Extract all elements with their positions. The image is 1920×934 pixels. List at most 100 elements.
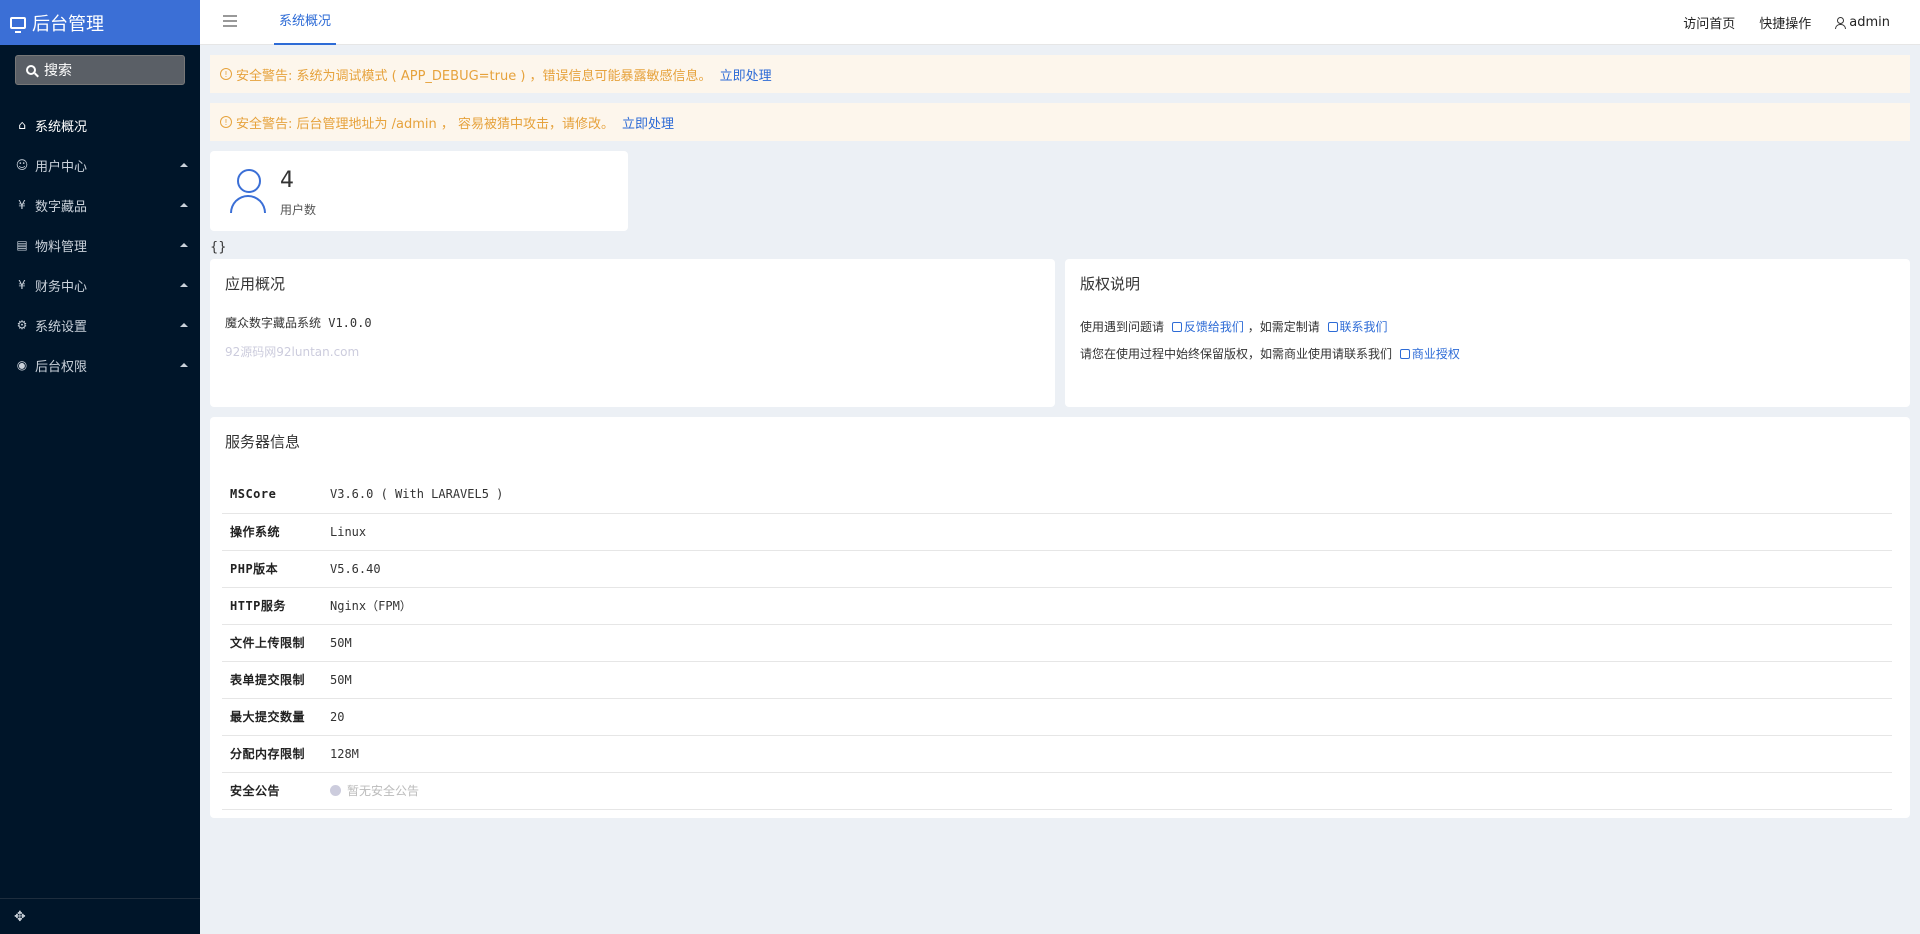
- quick-actions-link[interactable]: 快捷操作: [1759, 13, 1811, 32]
- table-row: PHP版本 V5.6.40: [222, 550, 1892, 587]
- copyright-line-1: 使用遇到问题请 反馈给我们 ，如需定制请 联系我们: [1080, 314, 1895, 341]
- row-key: 操作系统: [230, 525, 281, 539]
- row-value: Nginx（FPM）: [330, 599, 412, 613]
- app-version: 魔众数字藏品系统 V1.0.0: [225, 316, 372, 330]
- check-circle-icon: [330, 785, 341, 796]
- card-title: 应用概况: [225, 275, 286, 293]
- table-row: 安全公告 暂无安全公告: [222, 772, 1892, 809]
- alert-debug: ! 安全警告: 系统为调试模式 ( APP_DEBUG=true ) ，错误信息…: [210, 55, 1910, 93]
- row-value: 50M: [330, 635, 352, 650]
- user-icon: [230, 169, 266, 213]
- menu-toggle-icon[interactable]: [223, 15, 237, 27]
- copyright-card: 版权说明 使用遇到问题请 反馈给我们 ，如需定制请 联系我们 请您在使用过程中始…: [1065, 259, 1910, 407]
- server-info-card: 服务器信息 MSCore V3.6.0 ( With LARAVEL5 ) 操作系…: [210, 417, 1910, 818]
- alert-admin-path: ! 安全警告: 后台管理地址为 /admin ， 容易被猜中攻击，请修改。 立即…: [210, 103, 1910, 141]
- row-key: 安全公告: [230, 784, 281, 798]
- sidebar: 后台管理 搜索 ⌂ 系统概况 ☺ 用户中心 ¥ 数字藏品 ▤ 物料管理 ¥ 财务…: [0, 0, 200, 934]
- sidebar-menu: ⌂ 系统概况 ☺ 用户中心 ¥ 数字藏品 ▤ 物料管理 ¥ 财务中心 ⚙ 系统设…: [0, 105, 200, 385]
- empty-braces-text: {}: [210, 240, 227, 255]
- search-placeholder: 搜索: [44, 63, 72, 79]
- user-name: admin: [1849, 15, 1890, 30]
- row-key: HTTP服务: [230, 599, 286, 613]
- sidebar-item-materials[interactable]: ▤ 物料管理: [0, 225, 200, 265]
- table-row: HTTP服务 Nginx（FPM）: [222, 587, 1892, 624]
- search-icon: [26, 65, 36, 75]
- table-row: 分配内存限制 128M: [222, 735, 1892, 772]
- copyright-line-2: 请您在使用过程中始终保留版权，如需商业使用请联系我们 商业授权: [1080, 341, 1895, 368]
- app-overview-card: 应用概况 魔众数字藏品系统 V1.0.0 92源码网92luntan.com: [210, 259, 1055, 407]
- warning-icon: !: [220, 68, 232, 80]
- contact-link[interactable]: 联系我们: [1324, 320, 1388, 334]
- row-value: V3.6.0 ( With LARAVEL5 ): [330, 487, 504, 502]
- text: 请您在使用过程中始终保留版权，如需商业使用请联系我们: [1080, 347, 1393, 361]
- home-icon: ⌂: [18, 118, 26, 132]
- caret-up-icon: [180, 363, 188, 367]
- security-notice-text: 暂无安全公告: [347, 784, 420, 798]
- row-value: 20: [330, 709, 345, 724]
- sidebar-item-settings[interactable]: ⚙ 系统设置: [0, 305, 200, 345]
- text: ，如需定制请: [1247, 320, 1320, 334]
- sidebar-item-finance[interactable]: ¥ 财务中心: [0, 265, 200, 305]
- row-key: 分配内存限制: [230, 747, 306, 761]
- visit-home-link[interactable]: 访问首页: [1683, 13, 1735, 32]
- row-key: MSCore: [230, 487, 277, 502]
- table-row: 操作系统 Linux: [222, 513, 1892, 550]
- sidebar-item-label: 用户中心: [35, 159, 88, 175]
- row-value: 50M: [330, 672, 352, 687]
- yen-icon: ¥: [18, 198, 26, 212]
- user-count-label: 用户数: [280, 203, 317, 217]
- caret-up-icon: [180, 323, 188, 327]
- sidebar-item-collectibles[interactable]: ¥ 数字藏品: [0, 185, 200, 225]
- link-label: 商业授权: [1411, 347, 1460, 361]
- sidebar-item-permissions[interactable]: ◉ 后台权限: [0, 345, 200, 385]
- license-link[interactable]: 商业授权: [1396, 347, 1460, 361]
- row-value: V5.6.40: [330, 561, 381, 576]
- search-input[interactable]: 搜索: [15, 55, 185, 85]
- caret-up-icon: [180, 283, 188, 287]
- main-content: ! 安全警告: 系统为调试模式 ( APP_DEBUG=true ) ，错误信息…: [210, 45, 1910, 818]
- sidebar-item-label: 后台权限: [35, 359, 88, 375]
- sidebar-item-users[interactable]: ☺ 用户中心: [0, 145, 200, 185]
- sidebar-item-label: 系统设置: [35, 319, 88, 335]
- sidebar-item-overview[interactable]: ⌂ 系统概况: [0, 105, 200, 145]
- user-menu[interactable]: admin: [1835, 15, 1890, 30]
- alert-text: 安全警告: 系统为调试模式 ( APP_DEBUG=true ) ，错误信息可能…: [236, 68, 712, 84]
- alert-action-link[interactable]: 立即处理: [720, 65, 772, 84]
- table-row: 文件上传限制 50M: [222, 624, 1892, 661]
- warning-icon: !: [220, 116, 232, 128]
- row-key: 表单提交限制: [230, 673, 306, 687]
- row-key: PHP版本: [230, 562, 279, 576]
- user-count-value: 4: [280, 168, 294, 193]
- monitor-icon: [10, 16, 26, 33]
- document-icon: [1327, 322, 1338, 332]
- link-label: 联系我们: [1339, 320, 1388, 334]
- card-title: 服务器信息: [225, 433, 301, 451]
- user-circle-icon: ◉: [16, 358, 28, 372]
- edit-icon: [1399, 349, 1410, 359]
- feedback-link[interactable]: 反馈给我们: [1168, 320, 1244, 334]
- gear-icon: ⚙: [16, 318, 28, 332]
- user-count-card[interactable]: 4 用户数: [210, 151, 628, 231]
- users-icon: ☺: [15, 158, 29, 172]
- sidebar-item-label: 财务中心: [35, 279, 88, 295]
- caret-up-icon: [180, 203, 188, 207]
- table-row: 最大提交数量 20: [222, 698, 1892, 735]
- row-key: 文件上传限制: [230, 636, 306, 650]
- top-header: 系统概况 访问首页 快捷操作 admin: [200, 0, 1920, 45]
- row-key: 最大提交数量: [230, 710, 306, 724]
- expand-button[interactable]: ✥: [0, 898, 200, 934]
- alert-text: 安全警告: 后台管理地址为 /admin ， 容易被猜中攻击，请修改。: [236, 116, 615, 132]
- brand-title: 后台管理: [32, 13, 104, 35]
- text: 使用遇到问题请: [1080, 320, 1165, 334]
- server-info-table: MSCore V3.6.0 ( With LARAVEL5 ) 操作系统 Linux…: [222, 476, 1892, 810]
- row-value: 暂无安全公告: [322, 772, 1892, 809]
- alert-action-link[interactable]: 立即处理: [622, 113, 674, 132]
- tab-overview[interactable]: 系统概况: [274, 0, 337, 45]
- brand[interactable]: 后台管理: [0, 0, 200, 45]
- row-value: 128M: [330, 746, 359, 761]
- table-row: MSCore V3.6.0 ( With LARAVEL5 ): [222, 476, 1892, 513]
- file-icon: ▤: [16, 238, 28, 252]
- caret-up-icon: [180, 163, 188, 167]
- sidebar-item-label: 数字藏品: [35, 199, 88, 215]
- user-icon: [1835, 17, 1847, 29]
